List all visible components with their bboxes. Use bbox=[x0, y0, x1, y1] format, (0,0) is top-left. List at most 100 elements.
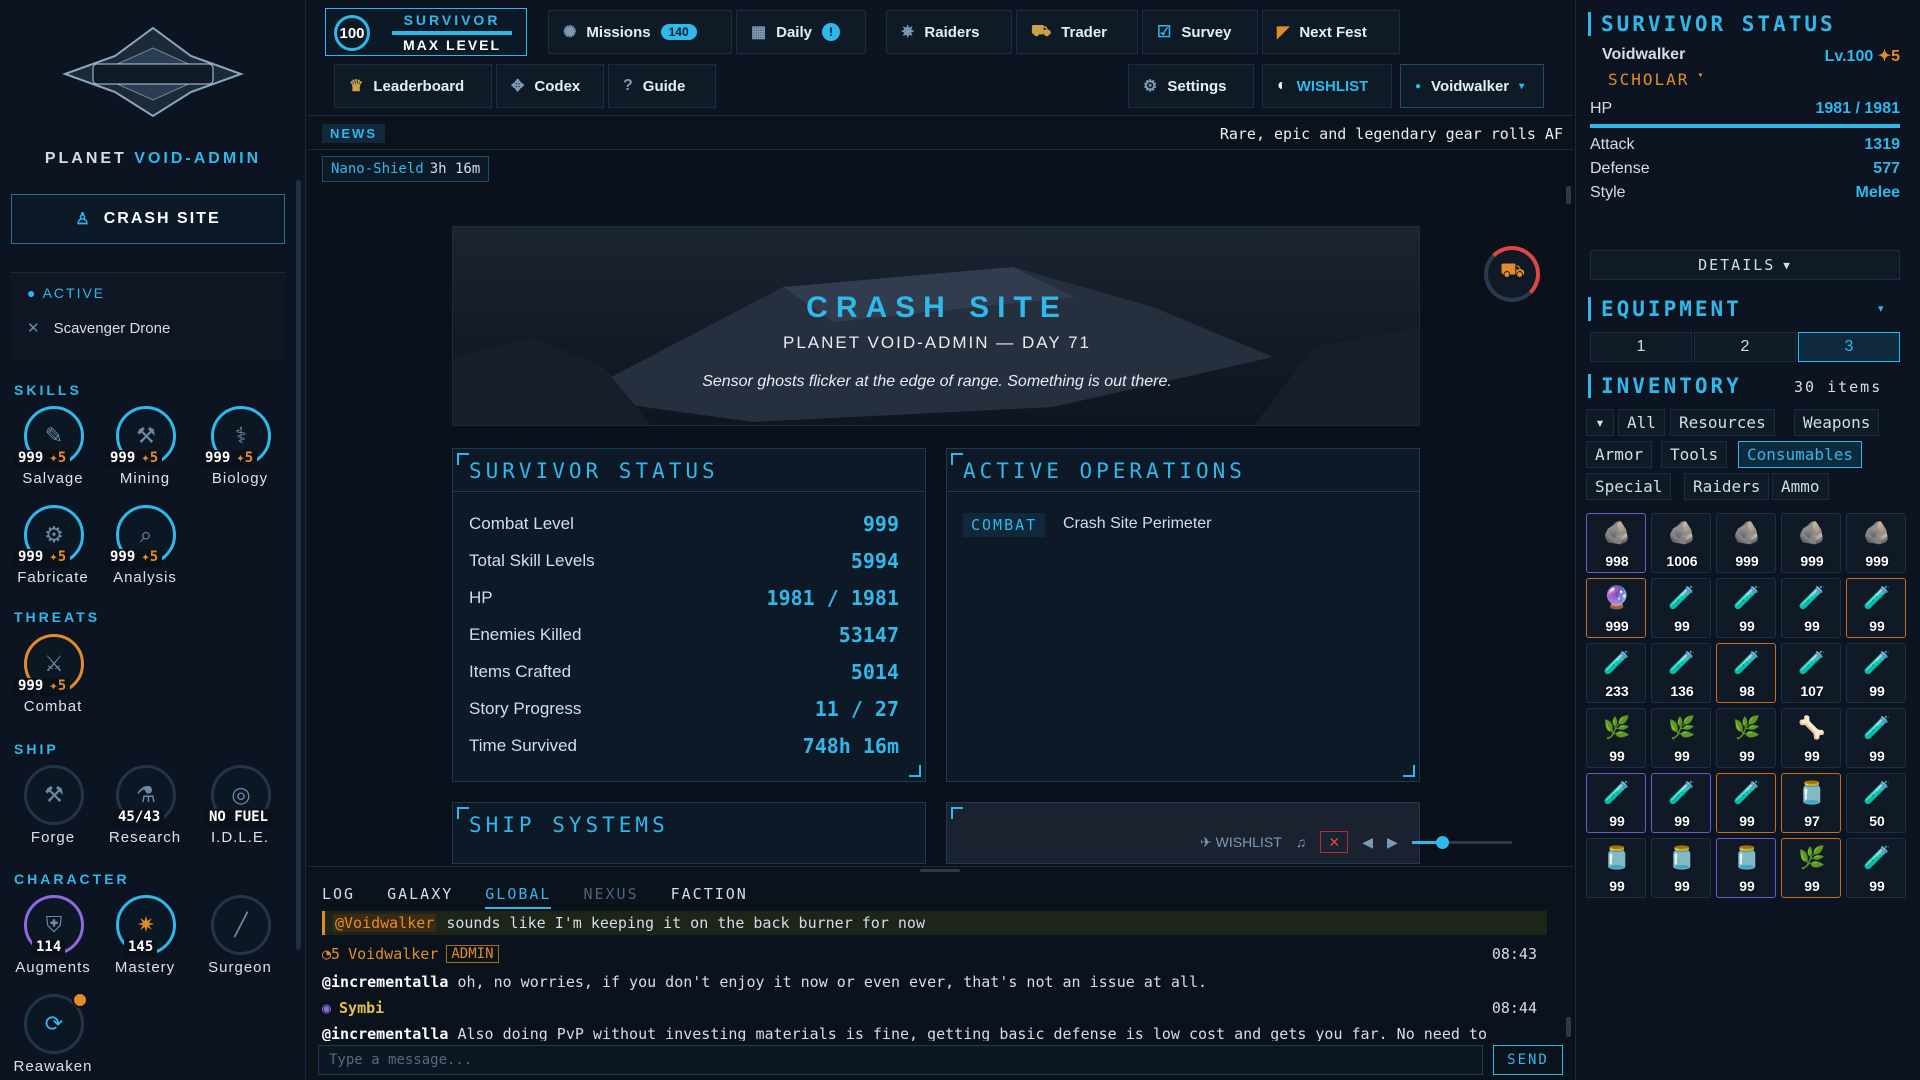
next-track-icon[interactable]: ▶ bbox=[1387, 834, 1398, 851]
ship-forge[interactable]: ⚒ Forge bbox=[8, 765, 98, 855]
chat-resize-handle[interactable] bbox=[920, 869, 960, 872]
wishlist-button[interactable]: ◐ WISHLIST bbox=[1262, 64, 1392, 108]
wishlist-link[interactable]: ✈ WISHLIST bbox=[1200, 834, 1282, 851]
tab-log[interactable]: LOG bbox=[322, 885, 355, 909]
inventory-slot[interactable]: 🧪 99 bbox=[1846, 838, 1906, 898]
inventory-slot[interactable]: 🧪 99 bbox=[1651, 578, 1711, 638]
inventory-slot[interactable]: 🧪 50 bbox=[1846, 773, 1906, 833]
filter-raiders[interactable]: Raiders bbox=[1684, 473, 1770, 500]
class-selector[interactable]: SCHOLAR ▾ bbox=[1608, 70, 1705, 89]
ship-idle[interactable]: ◎ NO FUEL I.D.L.E. bbox=[195, 765, 285, 855]
leaderboard-button[interactable]: ♛ Leaderboard bbox=[334, 64, 492, 108]
inventory-slot[interactable]: 🧪 98 bbox=[1716, 643, 1776, 703]
inventory-slot[interactable]: 🪨 999 bbox=[1846, 513, 1906, 573]
filter-all[interactable]: All bbox=[1618, 409, 1665, 436]
inventory-slot[interactable]: 🌿 99 bbox=[1651, 708, 1711, 768]
tab-nexus[interactable]: NEXUS bbox=[583, 885, 638, 909]
daily-button[interactable]: ▦ Daily ! bbox=[736, 10, 866, 54]
character-mastery[interactable]: ✷ 145 Mastery bbox=[100, 895, 190, 985]
inventory-slot[interactable]: 🪨 999 bbox=[1781, 513, 1841, 573]
inventory-slot[interactable]: 🌿 99 bbox=[1586, 708, 1646, 768]
inventory-slot[interactable]: 🪨 1006 bbox=[1651, 513, 1711, 573]
skill-salvage[interactable]: ✎ 999 ✦5 Salvage bbox=[8, 406, 98, 496]
inventory-slot[interactable]: 🪨 999 bbox=[1716, 513, 1776, 573]
chat-input[interactable]: Type a message... bbox=[318, 1045, 1483, 1075]
inventory-slot[interactable]: 🧪 136 bbox=[1651, 643, 1711, 703]
character-augments[interactable]: ⛨ 114 Augments bbox=[8, 895, 98, 985]
inventory-slot[interactable]: 🫙 99 bbox=[1651, 838, 1711, 898]
settings-button[interactable]: ⚙ Settings bbox=[1128, 64, 1254, 108]
inventory-slot[interactable]: 🫙 99 bbox=[1716, 838, 1776, 898]
filter-tools[interactable]: Tools bbox=[1661, 441, 1728, 468]
level-box[interactable]: 100 SURVIVOR MAX LEVEL bbox=[325, 8, 527, 56]
next-fest-button[interactable]: ◤ Next Fest bbox=[1262, 10, 1400, 54]
inventory-slot[interactable]: 🫙 97 bbox=[1781, 773, 1841, 833]
inventory-slot[interactable]: 🧪 233 bbox=[1586, 643, 1646, 703]
details-button[interactable]: DETAILS ▼ bbox=[1590, 250, 1900, 280]
inventory-slot[interactable]: 🧪 99 bbox=[1716, 773, 1776, 833]
left-scrollbar[interactable] bbox=[296, 180, 301, 950]
event-timer-ring[interactable]: ⛟ bbox=[1484, 246, 1540, 302]
filter-consumables[interactable]: Consumables bbox=[1738, 441, 1862, 468]
operation-name[interactable]: Crash Site Perimeter bbox=[1063, 515, 1212, 533]
inventory-slot[interactable]: 🌿 99 bbox=[1781, 838, 1841, 898]
tab-global[interactable]: GLOBAL bbox=[485, 885, 552, 909]
main-scrollbar[interactable] bbox=[1566, 186, 1571, 204]
threat-combat[interactable]: ⚔ 999 ✦5 Combat bbox=[8, 634, 98, 724]
skill-mining[interactable]: ⚒ 999 ✦5 Mining bbox=[100, 406, 190, 496]
volume-slider[interactable] bbox=[1411, 835, 1512, 849]
inventory-slot[interactable]: 🌿 99 bbox=[1716, 708, 1776, 768]
inventory-slot[interactable]: 🧪 99 bbox=[1651, 773, 1711, 833]
guide-button[interactable]: ? Guide bbox=[608, 64, 716, 108]
username[interactable]: Symbi bbox=[339, 999, 384, 1017]
inventory-slot[interactable]: 🫙 99 bbox=[1586, 838, 1646, 898]
missions-button[interactable]: ✺ Missions 140 bbox=[548, 10, 732, 54]
inventory-slot[interactable]: 🧪 99 bbox=[1781, 578, 1841, 638]
skill-analysis[interactable]: ⌕ 999 ✦5 Analysis bbox=[100, 505, 190, 595]
character-reawaken[interactable]: ⟳ Reawaken bbox=[8, 992, 98, 1080]
survey-button[interactable]: ☑ Survey bbox=[1142, 10, 1258, 54]
mention[interactable]: @incrementalla bbox=[322, 973, 448, 991]
send-button[interactable]: SEND bbox=[1493, 1045, 1563, 1075]
buff-badge[interactable]: Nano-Shield 3h 16m bbox=[322, 156, 490, 182]
inventory-slot[interactable]: 🔮 999 bbox=[1586, 578, 1646, 638]
inventory-slot[interactable]: 🦴 99 bbox=[1781, 708, 1841, 768]
codex-button[interactable]: ✥ Codex bbox=[496, 64, 604, 108]
previous-track-icon[interactable]: ◀ bbox=[1362, 834, 1373, 851]
filter-resources[interactable]: Resources bbox=[1670, 409, 1775, 436]
user-menu-button[interactable]: ● Voidwalker ▾ bbox=[1400, 64, 1544, 108]
loadout-1-button[interactable]: 1 bbox=[1590, 332, 1692, 362]
filter-ammo[interactable]: Ammo bbox=[1772, 473, 1829, 500]
inventory-slot[interactable]: 🪨 998 bbox=[1586, 513, 1646, 573]
inventory-slot[interactable]: 🧪 99 bbox=[1846, 578, 1906, 638]
inventory-slot[interactable]: 🧪 107 bbox=[1781, 643, 1841, 703]
mention[interactable]: @incrementalla bbox=[322, 1025, 448, 1041]
volume-knob[interactable] bbox=[1435, 835, 1449, 849]
filter-weapons[interactable]: Weapons bbox=[1794, 409, 1880, 436]
inventory-slot[interactable]: 🧪 99 bbox=[1846, 643, 1906, 703]
trader-button[interactable]: ⛟ Trader bbox=[1016, 10, 1138, 54]
music-note-icon[interactable]: ♫ bbox=[1296, 834, 1307, 850]
mention[interactable]: @Voidwalker bbox=[333, 914, 437, 932]
inventory-slot[interactable]: 🧪 99 bbox=[1586, 773, 1646, 833]
active-task-item[interactable]: ✕ Scavenger Drone bbox=[27, 319, 170, 338]
ship-research[interactable]: ⚗ 45/43 Research bbox=[100, 765, 190, 855]
loadout-2-button[interactable]: 2 bbox=[1694, 332, 1796, 362]
filter-toggle-icon[interactable]: ▾ bbox=[1586, 409, 1614, 436]
tab-galaxy[interactable]: GALAXY bbox=[387, 885, 453, 909]
filter-special[interactable]: Special bbox=[1586, 473, 1672, 500]
chevron-down-icon[interactable]: ▾ bbox=[1878, 302, 1884, 315]
loadout-3-button[interactable]: 3 bbox=[1798, 332, 1900, 362]
username[interactable]: Voidwalker bbox=[348, 945, 438, 963]
inventory-slot[interactable]: 🧪 99 bbox=[1716, 578, 1776, 638]
filter-armor[interactable]: Armor bbox=[1586, 441, 1653, 468]
crash-site-button[interactable]: ♙ CRASH SITE bbox=[11, 194, 285, 244]
tab-faction[interactable]: FACTION bbox=[671, 885, 748, 909]
inventory-slot[interactable]: 🧪 99 bbox=[1846, 708, 1906, 768]
skill-biology[interactable]: ⚕ 999 ✦5 Biology bbox=[195, 406, 285, 496]
chat-scrollbar[interactable] bbox=[1566, 1017, 1571, 1037]
skill-fabricate[interactable]: ⚙ 999 ✦5 Fabricate bbox=[8, 505, 98, 595]
mute-button[interactable]: ✕ bbox=[1320, 831, 1349, 853]
raiders-button[interactable]: ✵ Raiders bbox=[886, 10, 1012, 54]
character-surgeon[interactable]: ╱ Surgeon bbox=[195, 895, 285, 985]
